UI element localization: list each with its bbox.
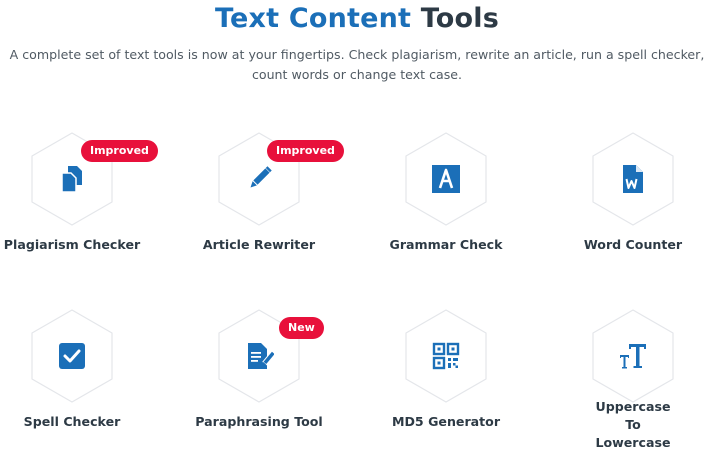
subtitle-line-1: A complete set of text tools is now at y…	[9, 47, 705, 62]
improved-badge: Improved	[267, 140, 344, 162]
hexagon-tile	[404, 132, 488, 226]
tool-label: MD5 Generator	[391, 414, 501, 429]
tool-label: Word Counter	[583, 237, 683, 252]
pencil-icon	[244, 164, 274, 194]
tool-spell-checker[interactable]: Spell Checker	[0, 301, 157, 471]
subtitle-line-2: count words or change text case.	[251, 67, 463, 82]
tool-grammar-check[interactable]: Grammar Check	[361, 124, 531, 294]
tool-article-rewriter[interactable]: Improved Article Rewriter	[174, 124, 344, 294]
letter-a-icon	[431, 164, 461, 194]
tool-label: Plagiarism Checker	[3, 237, 141, 252]
hexagon-tile	[404, 309, 488, 403]
tool-md5-generator[interactable]: MD5 Generator	[361, 301, 531, 471]
new-badge: New	[279, 317, 324, 339]
hexagon-tile	[30, 309, 114, 403]
tool-label: Article Rewriter	[202, 237, 316, 252]
text-case-icon	[618, 341, 648, 371]
improved-badge: Improved	[81, 140, 158, 162]
hexagon-tile	[591, 132, 675, 226]
tool-plagiarism-checker[interactable]: Improved Plagiarism Checker	[0, 124, 158, 294]
edit-document-icon	[244, 341, 274, 371]
page-subtitle: A complete set of text tools is now at y…	[0, 45, 714, 85]
tool-paraphrasing-tool[interactable]: New Paraphrasing Tool	[174, 301, 344, 471]
tool-label: Paraphrasing Tool	[195, 414, 323, 429]
page-title: Text Content Tools	[0, 3, 714, 34]
title-highlight: Text Content	[214, 3, 412, 34]
copy-documents-icon	[57, 164, 87, 194]
word-document-icon	[618, 164, 648, 194]
tool-label: Uppercase To Lowercase	[595, 399, 671, 450]
tool-uppercase-to-lowercase[interactable]: Uppercase To Lowercase	[548, 301, 718, 471]
tool-word-counter[interactable]: Word Counter	[548, 124, 718, 294]
checkbox-icon	[57, 341, 87, 371]
title-rest: Tools	[420, 3, 500, 34]
qr-code-icon	[431, 341, 461, 371]
tool-label: Spell Checker	[23, 414, 121, 429]
tool-label: Grammar Check	[389, 237, 503, 252]
hexagon-tile	[591, 309, 675, 403]
